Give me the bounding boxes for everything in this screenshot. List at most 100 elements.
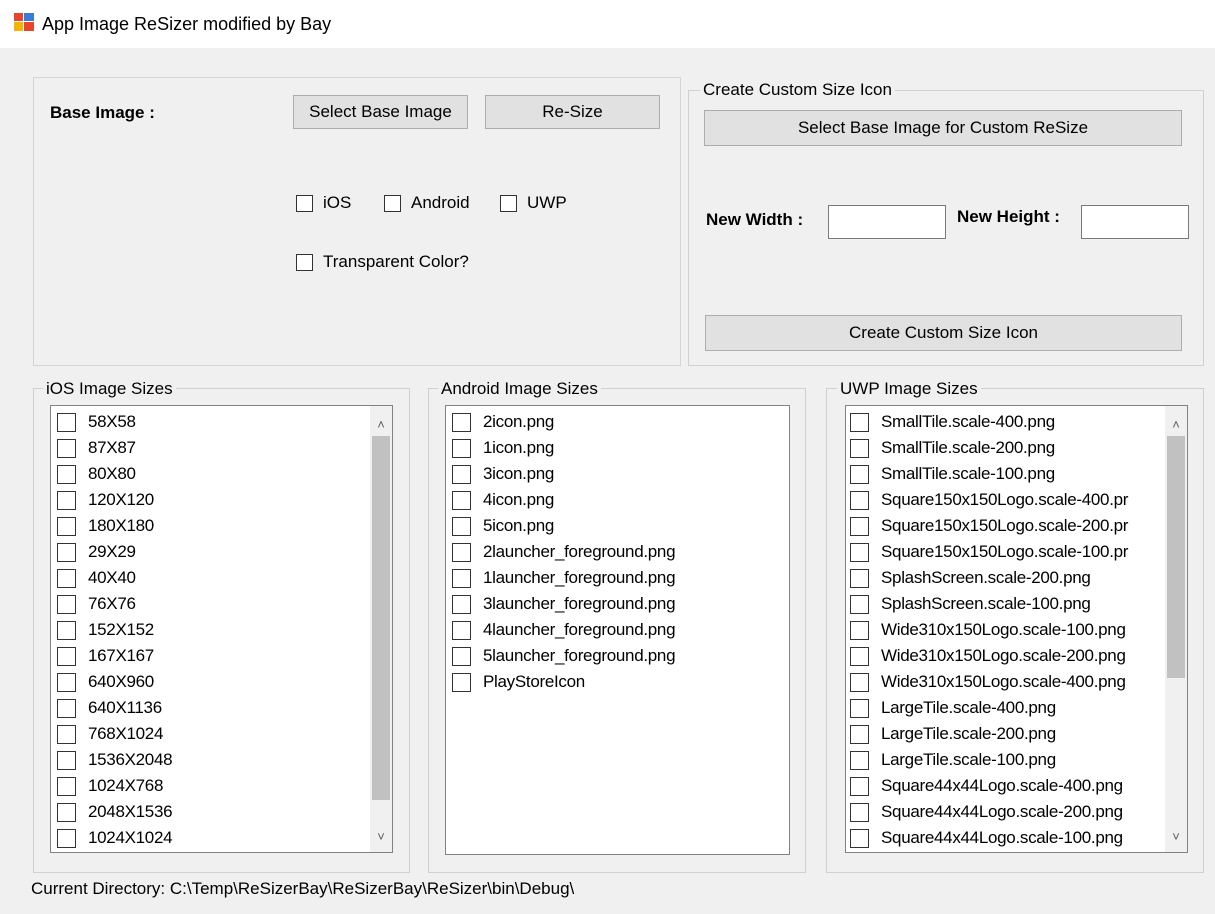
checkbox-box[interactable] bbox=[850, 724, 869, 744]
list-item[interactable]: 120X120 bbox=[57, 487, 172, 513]
checkbox-box[interactable] bbox=[452, 568, 471, 588]
checkbox-box[interactable] bbox=[850, 776, 869, 796]
list-item[interactable]: 1536X2048 bbox=[57, 747, 173, 773]
scroll-down-icon[interactable]: ˅ bbox=[1165, 824, 1187, 848]
checkbox-box[interactable] bbox=[850, 438, 869, 458]
checkbox-box[interactable] bbox=[57, 776, 76, 796]
checkbox-box[interactable] bbox=[500, 194, 517, 212]
checkbox-box[interactable] bbox=[850, 464, 869, 484]
uwp-list-scroll-thumb[interactable] bbox=[1167, 436, 1185, 678]
checkbox-box[interactable] bbox=[296, 253, 313, 271]
list-item[interactable]: 1icon.png bbox=[452, 435, 675, 461]
checkbox-box[interactable] bbox=[850, 490, 869, 510]
list-item[interactable]: 640X960 bbox=[57, 669, 172, 695]
checkbox-box[interactable] bbox=[850, 828, 869, 848]
checkbox-box[interactable] bbox=[57, 516, 76, 536]
checkbox-box[interactable] bbox=[850, 646, 869, 666]
checkbox-box[interactable] bbox=[452, 464, 471, 484]
checkbox-box[interactable] bbox=[850, 750, 869, 770]
checkbox-box[interactable] bbox=[57, 698, 76, 718]
checkbox-box[interactable] bbox=[57, 672, 76, 692]
list-item[interactable]: 5icon.png bbox=[452, 513, 675, 539]
list-item[interactable]: Square150x150Logo.scale-100.pr bbox=[850, 539, 1128, 565]
list-item[interactable]: Wide310x150Logo.scale-100.png bbox=[850, 617, 1128, 643]
checkbox-box[interactable] bbox=[850, 542, 869, 562]
list-item[interactable]: 3icon.png bbox=[452, 461, 675, 487]
list-item[interactable]: 1024X1024 bbox=[57, 825, 173, 851]
list-item[interactable]: 2048X1536 bbox=[57, 799, 173, 825]
select-custom-base-image-button[interactable]: Select Base Image for Custom ReSize bbox=[704, 110, 1182, 146]
list-item[interactable]: 1024X768 bbox=[57, 773, 172, 799]
checkbox-box[interactable] bbox=[57, 412, 76, 432]
list-item[interactable]: 3launcher_foreground.png bbox=[452, 591, 676, 617]
list-item[interactable]: SmallTile.scale-200.png bbox=[850, 435, 1128, 461]
checkbox-box[interactable] bbox=[57, 594, 76, 614]
checkbox-box[interactable] bbox=[452, 542, 471, 562]
checkbox-box[interactable] bbox=[57, 438, 76, 458]
list-item[interactable]: 80X80 bbox=[57, 461, 172, 487]
checkbox-box[interactable] bbox=[452, 672, 471, 692]
ios-checkbox[interactable]: iOS bbox=[296, 193, 351, 213]
uwp-list-scrollbar[interactable]: ˄ ˅ bbox=[1165, 406, 1187, 852]
list-item[interactable]: 1launcher_foreground.png bbox=[452, 565, 676, 591]
checkbox-box[interactable] bbox=[850, 594, 869, 614]
checkbox-box[interactable] bbox=[452, 490, 471, 510]
list-item[interactable]: Wide310x150Logo.scale-200.png bbox=[850, 643, 1128, 669]
transparent-color-checkbox[interactable]: Transparent Color? bbox=[296, 252, 469, 272]
checkbox-box[interactable] bbox=[452, 594, 471, 614]
list-item[interactable]: SmallTile.scale-400.png bbox=[850, 409, 1128, 435]
checkbox-box[interactable] bbox=[57, 750, 76, 770]
checkbox-box[interactable] bbox=[850, 516, 869, 536]
checkbox-box[interactable] bbox=[57, 568, 76, 588]
list-item[interactable]: Wide310x150Logo.scale-400.png bbox=[850, 669, 1128, 695]
list-item[interactable]: 87X87 bbox=[57, 435, 172, 461]
list-item[interactable]: Square44x44Logo.scale-100.png bbox=[850, 825, 1128, 851]
select-base-image-button[interactable]: Select Base Image bbox=[293, 95, 468, 129]
list-item[interactable]: 58X58 bbox=[57, 409, 172, 435]
checkbox-box[interactable] bbox=[57, 802, 76, 822]
scroll-up-icon[interactable]: ˄ bbox=[1165, 412, 1187, 436]
resize-button[interactable]: Re-Size bbox=[485, 95, 660, 129]
checkbox-box[interactable] bbox=[850, 802, 869, 822]
checkbox-box[interactable] bbox=[57, 828, 76, 848]
list-item[interactable]: 152X152 bbox=[57, 617, 172, 643]
scroll-down-icon[interactable]: ˅ bbox=[370, 824, 392, 848]
list-item[interactable]: LargeTile.scale-400.png bbox=[850, 695, 1128, 721]
ios-list-scrollbar[interactable]: ˄ ˅ bbox=[370, 406, 392, 852]
ios-list-scroll-thumb[interactable] bbox=[372, 436, 390, 800]
android-checkbox[interactable]: Android bbox=[384, 193, 470, 213]
checkbox-box[interactable] bbox=[850, 620, 869, 640]
list-item[interactable]: Square150x150Logo.scale-200.pr bbox=[850, 513, 1128, 539]
list-item[interactable]: SplashScreen.scale-100.png bbox=[850, 591, 1128, 617]
new-height-input[interactable] bbox=[1081, 205, 1189, 239]
list-item[interactable]: 2icon.png bbox=[452, 409, 675, 435]
checkbox-box[interactable] bbox=[57, 542, 76, 562]
list-item[interactable]: 40X40 bbox=[57, 565, 172, 591]
checkbox-box[interactable] bbox=[57, 490, 76, 510]
ios-sizes-list[interactable]: 58X58 87X87 80X80 120X120 180X180 29X29 … bbox=[50, 405, 393, 853]
list-item[interactable]: 5launcher_foreground.png bbox=[452, 643, 676, 669]
checkbox-box[interactable] bbox=[57, 464, 76, 484]
list-item[interactable]: 4icon.png bbox=[452, 487, 675, 513]
checkbox-box[interactable] bbox=[452, 412, 471, 432]
list-item[interactable]: 768X1024 bbox=[57, 721, 172, 747]
checkbox-box[interactable] bbox=[57, 646, 76, 666]
checkbox-box[interactable] bbox=[57, 724, 76, 744]
list-item[interactable]: LargeTile.scale-200.png bbox=[850, 721, 1128, 747]
android-sizes-list[interactable]: 2icon.png 1icon.png 3icon.png 4icon.png … bbox=[445, 405, 790, 855]
checkbox-box[interactable] bbox=[850, 412, 869, 432]
checkbox-box[interactable] bbox=[850, 568, 869, 588]
checkbox-box[interactable] bbox=[452, 620, 471, 640]
uwp-checkbox[interactable]: UWP bbox=[500, 193, 567, 213]
list-item[interactable]: 167X167 bbox=[57, 643, 172, 669]
list-item[interactable]: 640X1136 bbox=[57, 695, 172, 721]
checkbox-box[interactable] bbox=[296, 194, 313, 212]
checkbox-box[interactable] bbox=[850, 698, 869, 718]
create-custom-size-icon-button[interactable]: Create Custom Size Icon bbox=[705, 315, 1182, 351]
checkbox-box[interactable] bbox=[452, 438, 471, 458]
checkbox-box[interactable] bbox=[57, 620, 76, 640]
list-item[interactable]: PlayStoreIcon bbox=[452, 669, 675, 695]
list-item[interactable]: SplashScreen.scale-200.png bbox=[850, 565, 1128, 591]
list-item[interactable]: Square44x44Logo.scale-400.png bbox=[850, 773, 1128, 799]
checkbox-box[interactable] bbox=[384, 194, 401, 212]
